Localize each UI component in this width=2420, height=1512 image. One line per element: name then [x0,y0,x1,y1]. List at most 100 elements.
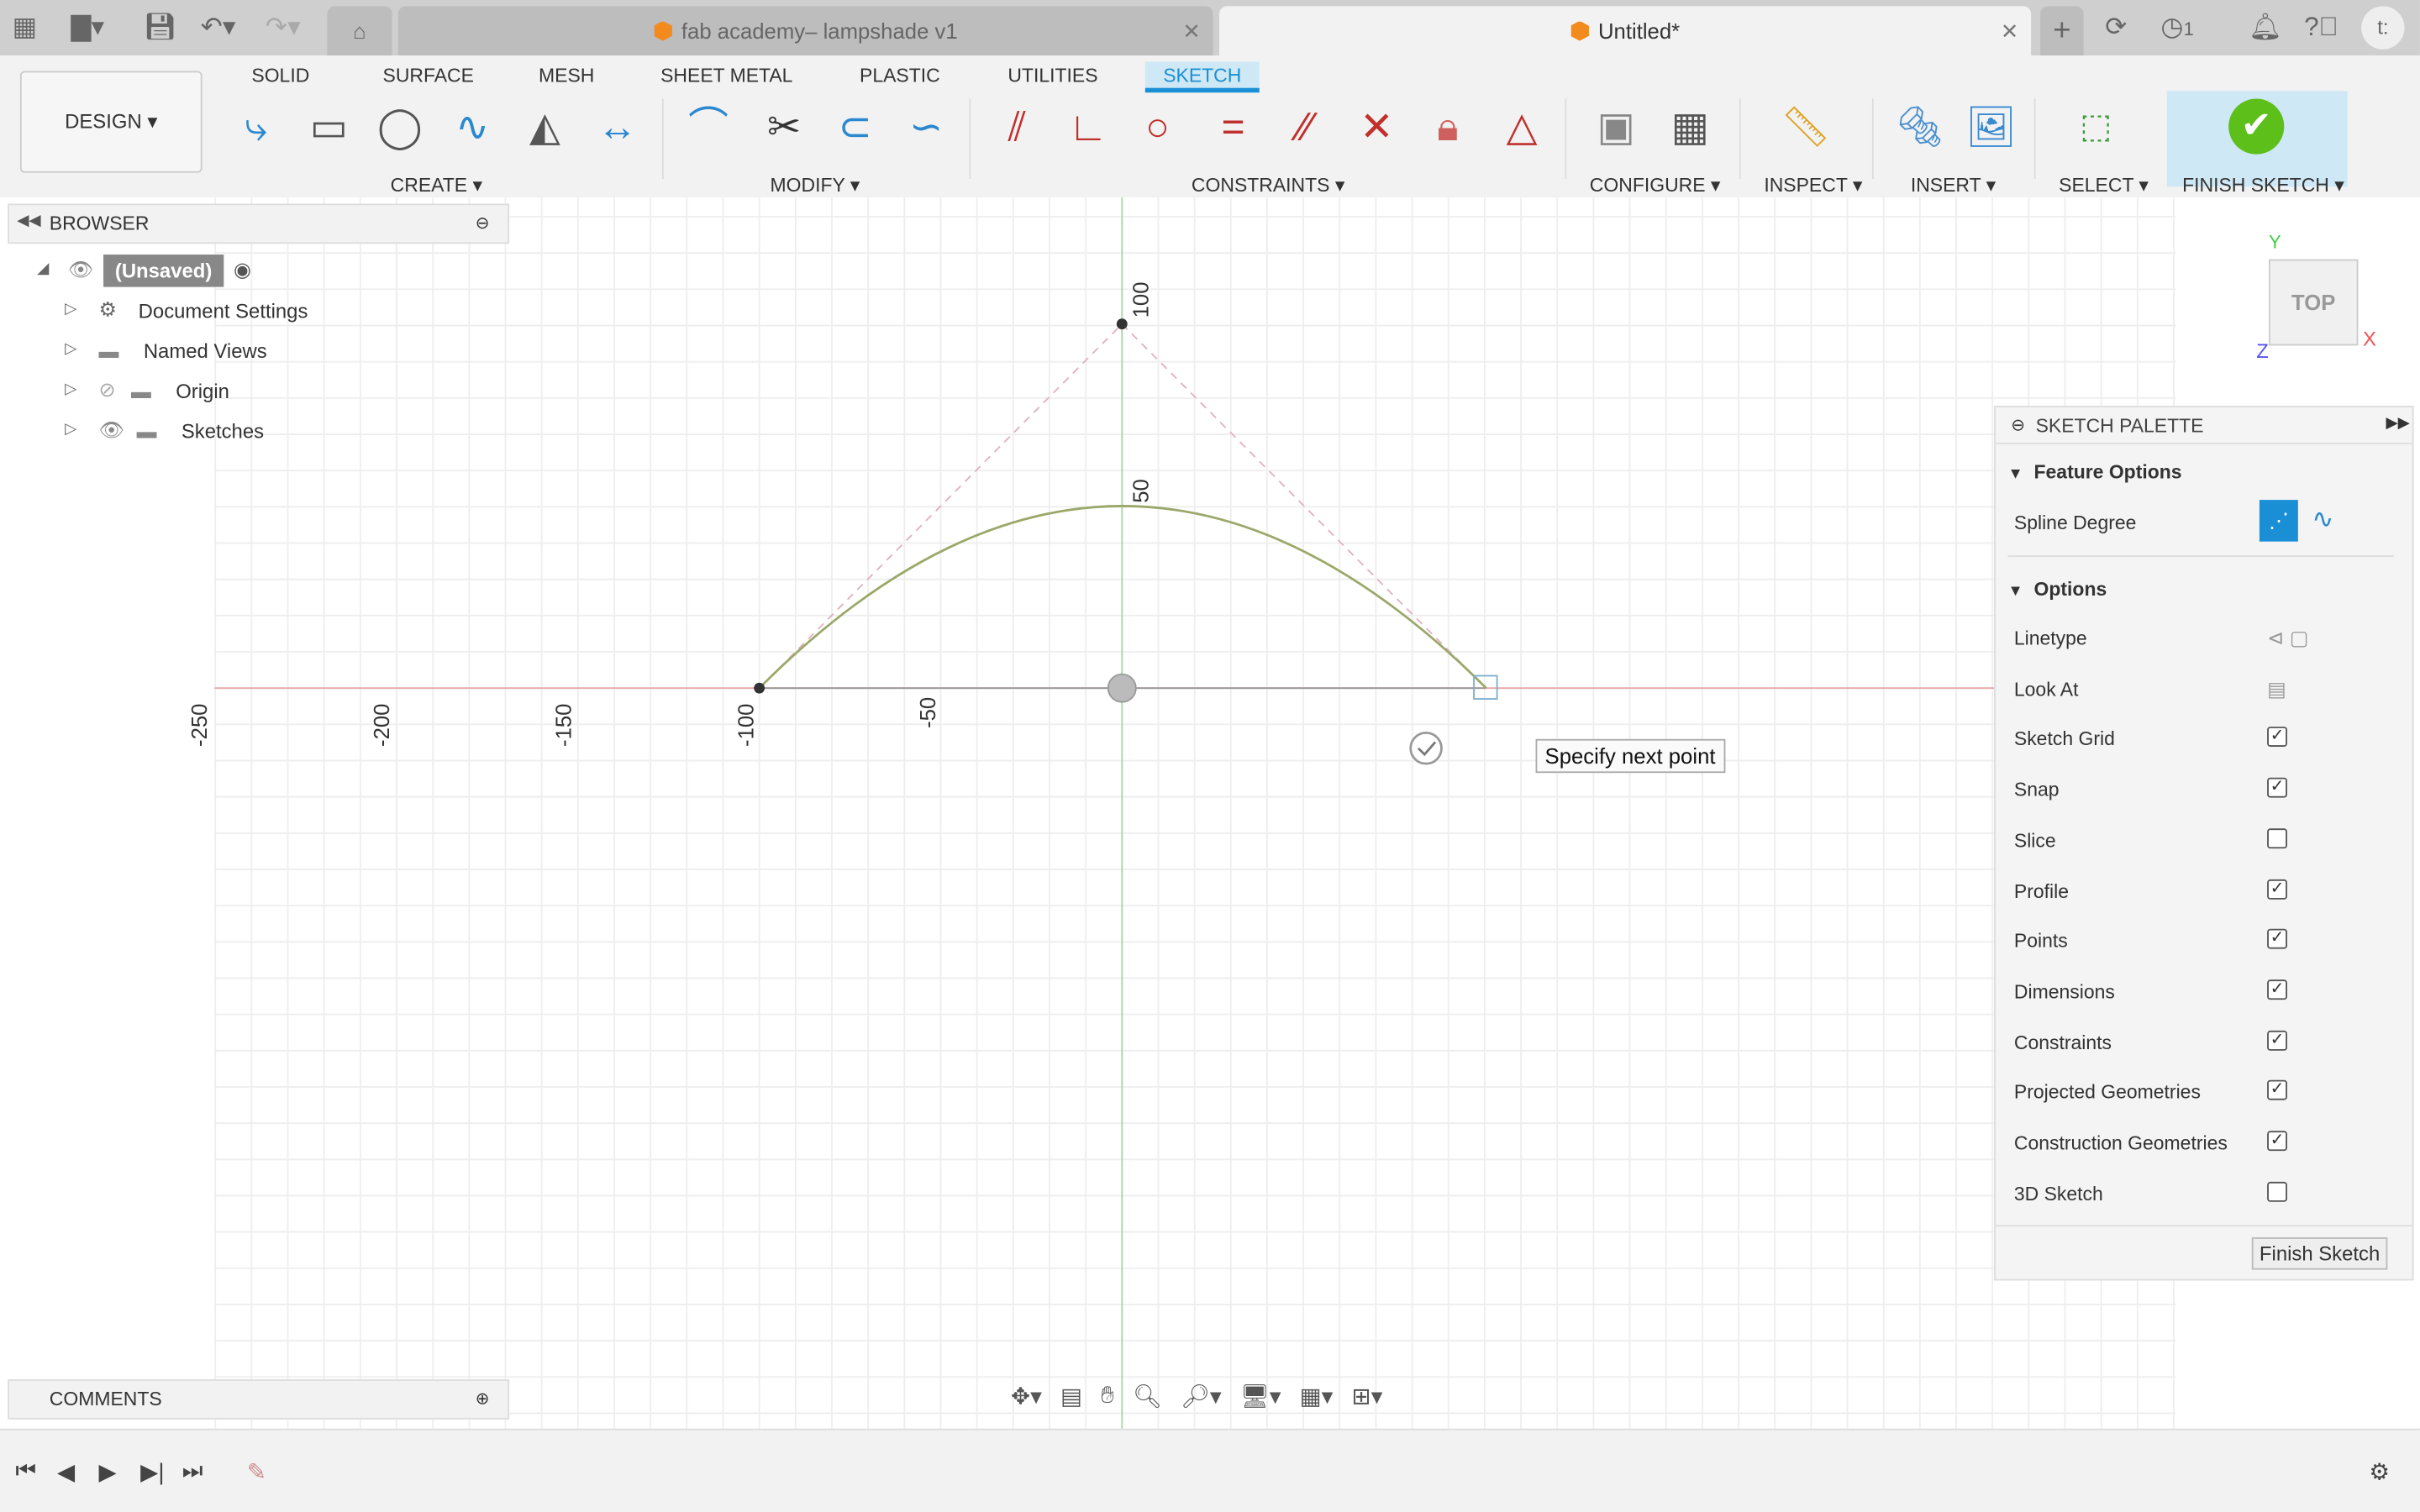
expand-icon[interactable]: ▷ [65,421,76,438]
browser-item-document-settings[interactable]: ⚙ Document Settings [99,293,308,327]
coincident-constraint-icon[interactable]: ⫽ [989,99,1044,155]
configure-box-icon[interactable]: ▣ [1588,99,1644,155]
sync-icon[interactable]: ⟳ [2105,13,2127,44]
checkbox-profile[interactable]: ✓ [2267,879,2287,899]
inspect-menu[interactable]: INSPECT ▾ [1764,173,1862,197]
collapse-triangle-icon[interactable]: ◢ [37,260,49,277]
offset-tool-icon[interactable]: ⊂ [827,99,882,155]
tab-sheet-metal[interactable]: SHEET METAL [651,61,802,92]
checkbox-sketch-grid[interactable]: ✓ [2267,727,2287,748]
viewports-icon[interactable]: ⊞▾ [1352,1383,1383,1410]
finish-sketch-check-icon[interactable]: ✔ [2228,98,2285,155]
look-at-icon[interactable]: ▤ [2267,677,2286,701]
checkbox-dimensions[interactable]: ✓ [2267,979,2287,1000]
select-menu[interactable]: SELECT ▾ [2059,173,2149,197]
redo-icon[interactable]: ↷▾ [266,13,301,44]
spline-modify-icon[interactable]: ∽ [898,99,954,155]
checkbox-3d-sketch[interactable] [2267,1181,2287,1202]
tab-sketch[interactable]: SKETCH [1144,61,1260,93]
new-tab-button[interactable]: + [2040,6,2084,56]
first-step-icon[interactable]: ⏮ [15,1458,36,1484]
view-cube[interactable]: TOP [2268,259,2359,346]
perpendicular-icon[interactable]: ✕ [1349,99,1404,155]
checkbox-projected-geometries[interactable]: ✓ [2267,1080,2287,1101]
grid-settings-icon[interactable]: ▦▾ [1300,1383,1334,1410]
browser-item-root[interactable]: 👁︎ (Unsaved) ◉ [68,253,251,286]
minimize-icon[interactable]: ⊖ [476,213,490,233]
circle-tool-icon[interactable]: ◯ [372,99,428,155]
checkbox-constraints[interactable]: ✓ [2267,1030,2287,1051]
line-tool-icon[interactable]: ⤷ [229,99,284,155]
finish-sketch-button[interactable]: Finish Sketch [2251,1237,2388,1270]
spline-control-point-button[interactable]: ∿ [2312,505,2333,536]
eye-icon[interactable]: 👁︎ [68,258,93,282]
expand-comments-icon[interactable]: ⊕ [476,1389,490,1409]
constraints-menu[interactable]: CONSTRAINTS ▾ [1192,173,1344,197]
zoom-icon[interactable]: 🔍︎ [1133,1383,1162,1410]
tab-surface[interactable]: SURFACE [373,61,482,92]
previous-step-icon[interactable]: ◀ [57,1458,75,1486]
look-at-icon[interactable]: ▤ [1060,1383,1082,1410]
tab-mesh[interactable]: MESH [529,61,603,92]
app-grid-icon[interactable]: ▦ [13,13,38,44]
rectangle-tool-icon[interactable]: ▭ [301,99,356,155]
workspace-dropdown[interactable]: DESIGN ▾ [19,71,203,173]
timeline-settings-gear-icon[interactable]: ⚙ [2369,1458,2390,1486]
perpendicular-constraint-icon[interactable]: ∟ [1060,99,1116,155]
home-tab[interactable]: ⌂ [327,6,392,56]
tab-plastic[interactable]: PLASTIC [850,61,950,92]
orbit-icon[interactable]: ✥▾ [1011,1383,1042,1410]
tangent-constraint-icon[interactable]: ○ [1129,99,1185,155]
tab-lampshade[interactable]: fab academy– lampshade v1 ✕ [397,6,1213,56]
spline-fit-point-button[interactable]: ⋰ [2259,500,2298,542]
zoom-window-icon[interactable]: 🔎︎▾ [1181,1383,1222,1410]
symmetry-constraint-icon[interactable]: △ [1494,99,1549,155]
create-menu[interactable]: CREATE ▾ [391,173,482,197]
dimension-tool-icon[interactable]: ↔ [590,99,645,155]
expand-icon[interactable]: ▷ [65,381,76,398]
close-icon[interactable]: ✕ [2001,18,2019,44]
browser-item-origin[interactable]: ⊘ ▬ Origin [99,373,229,407]
checkbox-points[interactable]: ✓ [2267,929,2287,949]
options-section[interactable]: ▼ Options [2008,579,2107,601]
spline-tool-icon[interactable]: ∿ [445,99,500,155]
mirror-tool-icon[interactable]: ◭ [517,99,572,155]
expand-icon[interactable]: ▷ [65,301,76,318]
eye-icon[interactable]: 👁︎ [99,418,124,443]
expand-icon[interactable]: ▷ [65,341,76,358]
activate-radio-icon[interactable]: ◉ [234,258,251,282]
browser-panel-header[interactable]: ◀◀ BROWSER ⊖ [8,203,510,244]
help-icon[interactable]: ?⃝ [2304,13,2338,44]
checkbox-slice[interactable] [2267,827,2287,848]
close-icon[interactable]: ✕ [1182,18,1201,44]
eye-hidden-icon[interactable]: ⊘ [99,378,116,402]
parallel-constraint-icon[interactable]: ∕∕ [1278,99,1334,155]
tab-solid[interactable]: SOLID [242,61,318,92]
file-icon[interactable]: ▇▾ [71,13,104,44]
last-step-icon[interactable]: ⏭ [182,1458,203,1484]
save-icon[interactable]: 💾︎ [144,13,177,44]
measure-icon[interactable]: 📏︎ [1778,99,1833,155]
comments-panel-header[interactable]: COMMENTS ⊕ [8,1379,510,1420]
minimize-icon[interactable]: ⊖ [2011,415,2025,435]
next-step-icon[interactable]: ▶| [140,1458,164,1486]
feature-options-section[interactable]: ▼ Feature Options [2008,461,2182,483]
display-settings-icon[interactable]: 🖥︎▾ [1240,1383,1281,1410]
collapse-icon[interactable]: ◀◀ [17,213,40,229]
browser-item-sketches[interactable]: 👁︎ ▬ Sketches [99,413,265,447]
modify-menu[interactable]: MODIFY ▾ [771,173,860,197]
tab-untitled[interactable]: Untitled* ✕ [1218,6,2032,56]
fillet-tool-icon[interactable]: ⌒ [681,99,736,155]
checkbox-construction-geometries[interactable]: ✓ [2267,1131,2287,1152]
configure-table-icon[interactable]: ▦ [1662,99,1718,155]
play-icon[interactable]: ▶ [99,1458,117,1486]
view-cube-face[interactable]: TOP [2291,290,2335,314]
insert-image-icon[interactable]: 🖼︎ [1963,99,2018,155]
insert-menu[interactable]: INSERT ▾ [1911,173,1996,197]
undo-icon[interactable]: ↶▾ [201,13,236,44]
notifications-icon[interactable]: 🔔︎ [2249,13,2282,44]
insert-bolt-icon[interactable]: 🔩︎ [1892,99,1948,155]
profile-avatar[interactable]: t: [2361,6,2405,50]
sketch-timeline-item-icon[interactable]: ✎ [247,1458,266,1486]
select-window-icon[interactable]: ⬚ [2068,99,2123,155]
